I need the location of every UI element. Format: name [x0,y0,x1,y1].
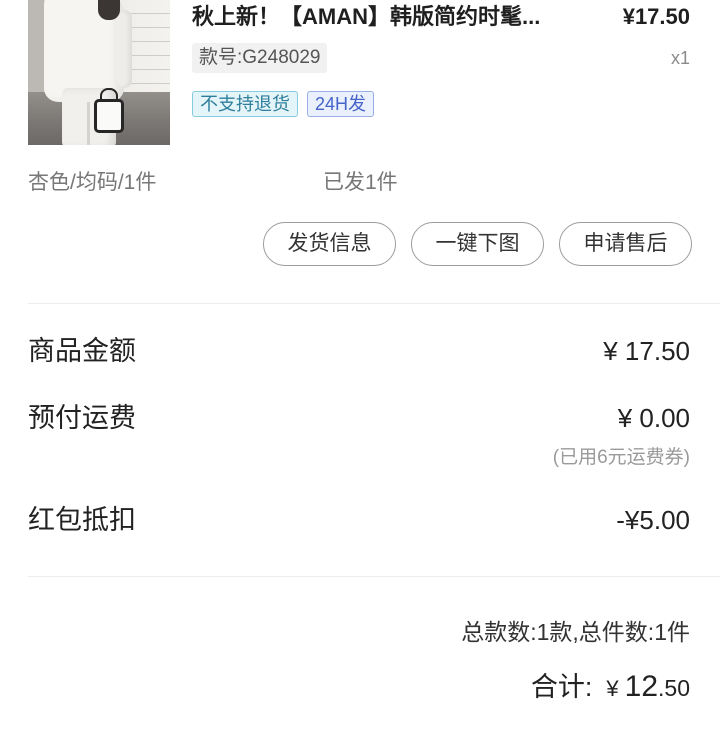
thumbnail-bag [94,99,124,133]
product-price: ¥17.50 [622,4,690,29]
divider [28,303,720,304]
total-label: 合计: [530,672,593,702]
total-currency: ¥ [606,676,619,701]
product-quantity: x1 [670,48,690,68]
after-sales-button[interactable]: 申请售后 [559,222,692,266]
tag-24h-shipping: 24H发 [307,91,375,117]
total-amount-integer: 12 [624,670,659,703]
thumbnail-pants-seam [87,102,90,145]
thumbnail-wall-edge [28,0,44,92]
shipped-status: 已发1件 [323,171,398,194]
product-tags: 不支持退货 24H发 [192,91,375,117]
thumbnail-model-hair [98,0,120,20]
order-total: 合计: ¥12.50 [531,667,690,712]
shipping-fee-label: 预付运费 [28,403,136,433]
shipping-fee-value: ¥ 0.00 [617,403,690,433]
download-images-button[interactable]: 一键下图 [411,222,544,266]
order-actions: 发货信息 一键下图 申请售后 [263,222,692,266]
thumbnail-model-sleeve [114,10,132,88]
shipping-coupon-note: (已用6元运费券) [552,447,690,468]
product-title[interactable]: 秋上新！【AMAN】韩版简约时髦... [192,3,602,31]
style-number-badge: 款号:G248029 [192,43,328,73]
product-spec: 杏色/均码/1件 [28,171,157,194]
total-amount-decimal: .50 [658,675,690,701]
goods-amount-value: ¥ 17.50 [603,336,690,366]
item-count-summary: 总款数:1款,总件数:1件 [461,619,690,645]
red-packet-value: -¥5.00 [616,505,690,535]
order-detail-page: 秋上新！【AMAN】韩版简约时髦... ¥17.50 款号:G248029 x1… [0,0,720,738]
product-thumbnail[interactable] [28,0,170,145]
red-packet-label: 红包抵扣 [28,505,136,535]
goods-amount-label: 商品金额 [28,336,136,366]
tag-no-return: 不支持退货 [192,91,298,117]
shipping-info-button[interactable]: 发货信息 [263,222,396,266]
divider [28,576,720,577]
